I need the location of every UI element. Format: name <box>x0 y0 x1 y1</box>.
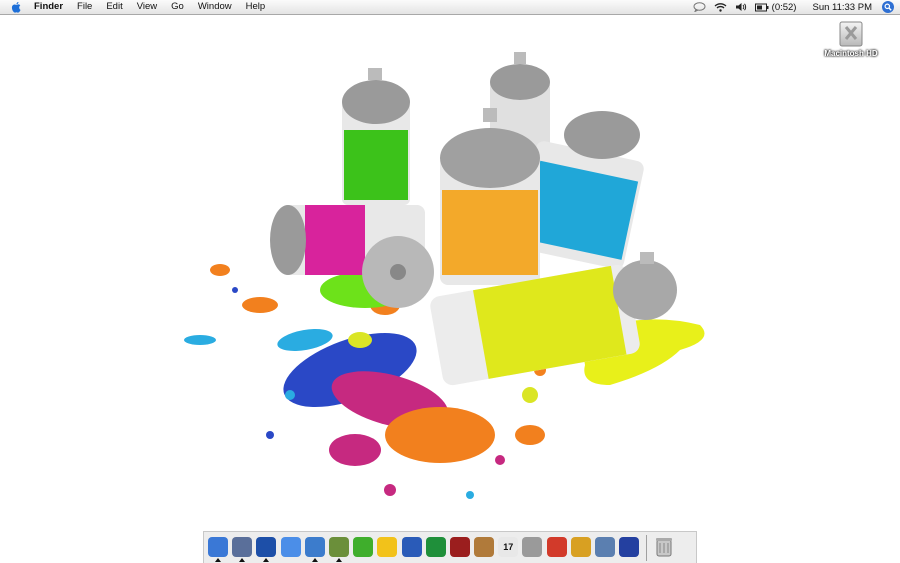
battery-icon[interactable] <box>754 3 769 12</box>
hard-drive-icon <box>839 21 863 47</box>
wallpaper-art <box>184 52 705 499</box>
running-indicator <box>239 557 246 562</box>
macintosh-hd-icon[interactable]: Macintosh HD <box>818 21 884 58</box>
pen-icon <box>328 536 349 557</box>
itunes-icon <box>304 536 325 557</box>
dock-item[interactable] <box>570 535 592 561</box>
wizard-icon <box>619 536 640 557</box>
menu-file[interactable]: File <box>70 0 99 14</box>
dock-item[interactable]: 17 <box>497 535 519 561</box>
dock-item[interactable] <box>352 535 374 561</box>
menu-app-name[interactable]: Finder <box>30 0 70 14</box>
running-indicator <box>263 557 270 562</box>
duck-icon <box>377 536 398 557</box>
dock-item[interactable] <box>618 535 640 561</box>
dock-item[interactable] <box>255 535 277 562</box>
status-area: (0:52) Sun 11:33 PM <box>685 0 900 14</box>
menu-window[interactable]: Window <box>191 0 239 14</box>
apple-icon[interactable] <box>10 1 22 13</box>
dock-item[interactable] <box>546 535 568 561</box>
ichat-icon <box>280 536 301 557</box>
dock-separator <box>646 534 648 561</box>
red-app-icon <box>546 536 567 557</box>
dock-item[interactable] <box>401 535 423 561</box>
menu-go[interactable]: Go <box>164 0 191 14</box>
globe-network-icon <box>256 536 277 557</box>
dock-item[interactable] <box>207 535 229 562</box>
wifi-icon[interactable] <box>714 2 727 12</box>
green-spray-can <box>342 68 410 205</box>
dock-item[interactable] <box>473 535 495 561</box>
iphoto-icon <box>474 536 495 557</box>
green-star-icon <box>425 536 446 557</box>
dock-item[interactable] <box>376 535 398 561</box>
ical-icon: 17 <box>498 536 519 557</box>
running-indicator <box>311 557 318 562</box>
finder-icon <box>208 536 228 557</box>
warcraft-icon <box>570 536 591 557</box>
speech-bubble-icon[interactable] <box>693 2 706 12</box>
system-prefs-icon <box>522 536 543 557</box>
photo-booth-icon <box>449 536 470 557</box>
desktop: Macintosh HD <box>0 15 900 563</box>
dock-item[interactable] <box>521 535 543 561</box>
dock-item[interactable] <box>425 535 447 561</box>
menu-view[interactable]: View <box>130 0 164 14</box>
dock-item[interactable] <box>304 535 326 562</box>
word-icon <box>401 536 422 557</box>
menu-edit[interactable]: Edit <box>99 0 129 14</box>
dock-item[interactable] <box>449 535 471 561</box>
dock-item[interactable] <box>231 535 253 562</box>
running-indicator <box>335 557 342 562</box>
spotlight-icon[interactable] <box>882 1 894 13</box>
dock: 17 <box>203 531 697 563</box>
trash-icon <box>656 537 673 556</box>
battery-time: (0:52) <box>771 1 797 13</box>
dock-item[interactable] <box>328 535 350 562</box>
volume-icon[interactable] <box>735 2 747 12</box>
menu-clock[interactable]: Sun 11:33 PM <box>812 2 872 13</box>
green-swirl-icon <box>353 536 374 557</box>
dock-item-trash[interactable] <box>653 535 675 561</box>
running-indicator <box>215 557 221 562</box>
dock-item[interactable] <box>594 535 616 561</box>
headset-icon <box>595 536 615 557</box>
menu-bar: Finder File Edit View Go Window Help (0:… <box>0 0 900 15</box>
macintosh-hd-label: Macintosh HD <box>824 49 878 58</box>
dock-item[interactable] <box>280 535 302 561</box>
menu-help[interactable]: Help <box>239 0 273 14</box>
mail-stamp-icon <box>232 536 253 557</box>
